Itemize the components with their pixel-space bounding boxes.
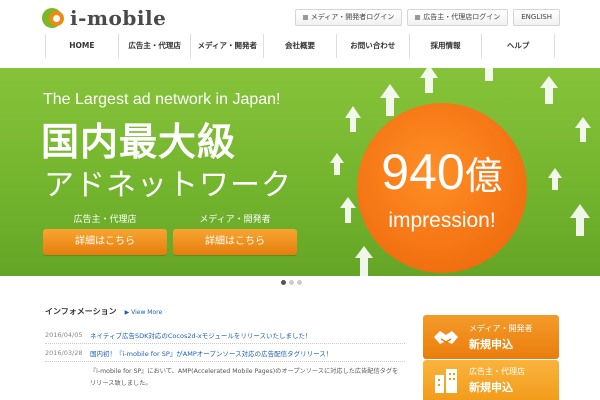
news-date: 2016/03/28 [45, 348, 83, 357]
main-nav: HOME 広告主・代理店 メディア・開発者 会社概要 お問い合わせ 採用情報 ヘ… [45, 34, 556, 58]
news-link[interactable]: ネイティブ広告SDK対応のCocos2d-xモジュールをリリースいたしました！ [90, 330, 312, 340]
hero-banner: The Largest ad network in Japan! 国内最大級 ア… [0, 68, 600, 276]
logo[interactable]: i-mobile [42, 4, 166, 32]
media-signup-line2: 新規申込 [469, 337, 513, 351]
handshake-icon [434, 331, 458, 344]
header: i-mobile メディア・開発者ログイン 広告主・代理店ログイン ENGLIS… [0, 0, 600, 68]
advertiser-signup-line1: 広告主・代理店 [469, 366, 525, 376]
impression-badge: 940億 impression! [357, 103, 527, 273]
nav-company[interactable]: 会社概要 [263, 34, 336, 58]
nav-advertiser[interactable]: 広告主・代理店 [117, 34, 191, 58]
news-item[interactable]: 2016/03/28 国内初！『i-mobile for SP』がAMPオープン… [45, 344, 405, 362]
top-links: メディア・開発者ログイン 広告主・代理店ログイン ENGLISH [294, 9, 560, 26]
english-label: ENGLISH [521, 13, 552, 21]
badge-number-value: 940 [381, 144, 465, 200]
news-list: 2016/04/05 ネイティブ広告SDK対応のCocos2d-xモジュールをリ… [45, 326, 405, 390]
slider-dot-1[interactable] [281, 280, 286, 285]
slider-dot-2[interactable] [289, 280, 294, 285]
advertiser-signup-text: 広告主・代理店 新規申込 [469, 366, 525, 395]
news-link[interactable]: 国内初！『i-mobile for SP』がAMPオープンソース対応の広告配信タ… [90, 348, 332, 358]
nav-contact[interactable]: お問い合わせ [335, 34, 409, 58]
slider-dots [281, 280, 302, 285]
english-link[interactable]: ENGLISH [513, 9, 560, 26]
square-icon [302, 15, 308, 20]
news-title: インフォメーション [45, 307, 117, 316]
cta-media: メディア・開発者 詳細はこちら [173, 212, 297, 255]
nav-home[interactable]: HOME [45, 34, 118, 58]
view-more-label: View More [131, 309, 163, 316]
nav-media[interactable]: メディア・開発者 [190, 34, 263, 58]
media-signup-line1: メディア・開発者 [469, 323, 533, 333]
view-more-link[interactable]: ▶ View More [125, 309, 163, 316]
badge-text: impression! [388, 209, 496, 232]
cta-media-button[interactable]: 詳細はこちら [173, 229, 297, 255]
news-item[interactable]: 2016/04/05 ネイティブ広告SDK対応のCocos2d-xモジュールをリ… [45, 326, 405, 344]
logo-mark-icon [42, 6, 66, 30]
cta-media-label: メディア・開発者 [199, 215, 271, 225]
media-login-link[interactable]: メディア・開発者ログイン [294, 9, 403, 26]
badge-unit: 億 [464, 156, 503, 198]
cta-advertiser: 広告主・代理店 詳細はこちら [43, 212, 167, 255]
page: i-mobile メディア・開発者ログイン 広告主・代理店ログイン ENGLIS… [0, 0, 600, 400]
news-body: 『i-mobile for SP』において、AMP(Accelerated Mo… [90, 368, 399, 387]
square-icon [415, 15, 421, 20]
nav-recruit[interactable]: 採用情報 [408, 34, 482, 58]
advertiser-signup-button[interactable]: 広告主・代理店 新規申込 [423, 360, 559, 400]
advertiser-signup-line2: 新規申込 [469, 380, 513, 394]
cta-advertiser-button[interactable]: 詳細はこちら [43, 229, 167, 255]
hero-subtitle: The Largest ad network in Japan! [43, 91, 281, 108]
media-login-label: メディア・開発者ログイン [310, 13, 395, 21]
advertiser-login-label: 広告主・代理店ログイン [423, 13, 501, 21]
badge-number: 940億 [357, 143, 527, 201]
advertiser-login-link[interactable]: 広告主・代理店ログイン [407, 9, 509, 26]
media-signup-text: メディア・開発者 新規申込 [469, 323, 532, 352]
building-icon [435, 369, 457, 393]
nav-help[interactable]: ヘルプ [481, 34, 556, 58]
logo-text: i-mobile [70, 6, 167, 30]
hero-title-2: アドネットワーク [44, 168, 292, 203]
media-signup-button[interactable]: メディア・開発者 新規申込 [423, 315, 559, 359]
slider-dot-3[interactable] [297, 280, 302, 285]
hero-title: 国内最大級 [41, 120, 237, 164]
cta-advertiser-label: 広告主・代理店 [73, 215, 137, 225]
news-header: インフォメーション ▶ View More [45, 306, 162, 317]
news-date: 2016/04/05 [45, 330, 83, 339]
